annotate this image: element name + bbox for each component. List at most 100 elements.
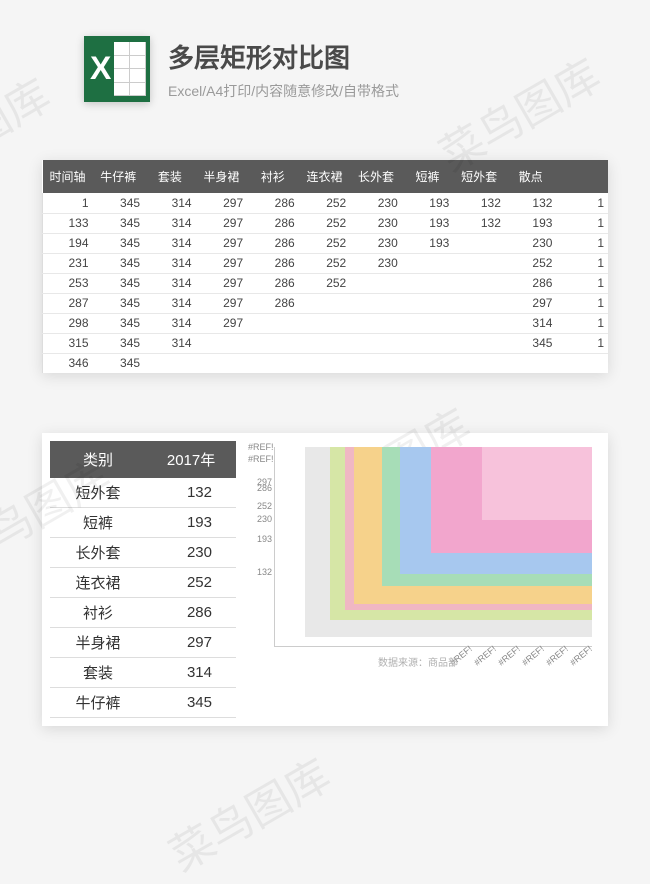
axis-tick: 230 xyxy=(248,514,272,524)
column-header: 半身裙 xyxy=(196,160,248,193)
cell: 252 xyxy=(299,193,351,213)
table-row: 2983453142973141 xyxy=(43,313,609,333)
table-row: 1943453142972862522301932301 xyxy=(43,233,609,253)
cell xyxy=(196,353,248,373)
layered-rect-chart: #REF!#REF!297286252230193132 #REF!#REF!#… xyxy=(248,441,598,673)
table-row: 牛仔裤345 xyxy=(50,688,236,718)
cell: 345 xyxy=(505,333,557,353)
table-row: 13453142972862522301931321321 xyxy=(43,193,609,213)
cell: 286 xyxy=(247,273,299,293)
data-table: 时间轴牛仔裤套装半身裙衬衫连衣裙长外套短裤短外套散点 1345314297286… xyxy=(42,160,608,373)
cell xyxy=(196,333,248,353)
cell: 252 xyxy=(299,233,351,253)
cell: 132 xyxy=(505,193,557,213)
cell: 230 xyxy=(350,193,402,213)
data-table-panel: 时间轴牛仔裤套装半身裙衬衫连衣裙长外套短裤短外套散点 1345314297286… xyxy=(42,160,608,373)
cell xyxy=(453,353,505,373)
header: X 多层矩形对比图 Excel/A4打印/内容随意修改/自带格式 xyxy=(0,0,650,102)
table-row: 套装314 xyxy=(50,658,236,688)
cell xyxy=(350,273,402,293)
table-row: 连衣裙252 xyxy=(50,568,236,598)
column-header: 短外套 xyxy=(453,160,505,193)
cell: 252 xyxy=(146,568,236,598)
cell: 286 xyxy=(247,293,299,313)
cell xyxy=(453,333,505,353)
table-row: 半身裙297 xyxy=(50,628,236,658)
excel-icon: X xyxy=(84,36,150,102)
cell: 193 xyxy=(146,508,236,538)
cell: 230 xyxy=(350,253,402,273)
table-row: 1333453142972862522301931321931 xyxy=(43,213,609,233)
cell xyxy=(350,293,402,313)
cell: 314 xyxy=(144,193,196,213)
cell: 253 xyxy=(43,273,93,293)
cell: 345 xyxy=(93,253,145,273)
cell: 短裤 xyxy=(50,508,146,538)
cell: 297 xyxy=(196,213,248,233)
cell: 345 xyxy=(93,313,145,333)
axis-tick: #REF! xyxy=(472,644,498,668)
table-row: 3153453143451 xyxy=(43,333,609,353)
cell: 衬衫 xyxy=(50,598,146,628)
cell xyxy=(350,333,402,353)
cell: 297 xyxy=(196,233,248,253)
axis-tick: 193 xyxy=(248,534,272,544)
cell: 297 xyxy=(196,273,248,293)
chart-layer xyxy=(482,447,592,520)
cell: 297 xyxy=(196,253,248,273)
cell xyxy=(299,293,351,313)
cell: 346 xyxy=(43,353,93,373)
cell: 314 xyxy=(144,253,196,273)
cell: 193 xyxy=(402,213,454,233)
cell: 297 xyxy=(196,293,248,313)
cell xyxy=(144,353,196,373)
cell xyxy=(402,313,454,333)
category-chart-panel: 类别2017年 短外套132短裤193长外套230连衣裙252衬衫286半身裙2… xyxy=(42,433,608,726)
cell xyxy=(402,273,454,293)
cell: 345 xyxy=(93,213,145,233)
cell: 252 xyxy=(505,253,557,273)
axis-tick: #REF! xyxy=(496,644,522,668)
cell xyxy=(453,253,505,273)
cell: 286 xyxy=(146,598,236,628)
table-row: 346345 xyxy=(43,353,609,373)
column-header: 牛仔裤 xyxy=(93,160,145,193)
cell xyxy=(505,353,557,373)
cell: 286 xyxy=(247,213,299,233)
cell: 132 xyxy=(453,213,505,233)
cell: 345 xyxy=(93,233,145,253)
axis-tick: #REF! xyxy=(520,644,546,668)
cell: 314 xyxy=(146,658,236,688)
cell xyxy=(402,353,454,373)
cell xyxy=(247,353,299,373)
axis-tick: #REF! xyxy=(248,454,272,464)
column-header: 连衣裙 xyxy=(299,160,351,193)
cell: 1 xyxy=(556,273,608,293)
column-header: 2017年 xyxy=(146,441,236,478)
cell: 1 xyxy=(43,193,93,213)
axis-tick: 286 xyxy=(248,483,272,493)
cell: 252 xyxy=(299,273,351,293)
cell xyxy=(556,353,608,373)
chart-source: 数据来源：商品部 xyxy=(378,654,458,669)
cell xyxy=(299,353,351,373)
cell xyxy=(453,313,505,333)
cell: 133 xyxy=(43,213,93,233)
cell xyxy=(350,353,402,373)
table-row: 衬衫286 xyxy=(50,598,236,628)
cell: 286 xyxy=(505,273,557,293)
cell: 314 xyxy=(144,213,196,233)
table-row: 2873453142972862971 xyxy=(43,293,609,313)
cell: 132 xyxy=(146,478,236,508)
cell: 314 xyxy=(144,293,196,313)
watermark: 菜鸟图库 xyxy=(156,740,340,883)
axis-tick: 252 xyxy=(248,501,272,511)
table-row: 2313453142972862522302521 xyxy=(43,253,609,273)
axis-tick: #REF! xyxy=(248,442,272,452)
column-header: 类别 xyxy=(50,441,146,478)
cell: 230 xyxy=(146,538,236,568)
cell: 345 xyxy=(93,273,145,293)
cell xyxy=(453,273,505,293)
cell: 315 xyxy=(43,333,93,353)
cell: 1 xyxy=(556,333,608,353)
